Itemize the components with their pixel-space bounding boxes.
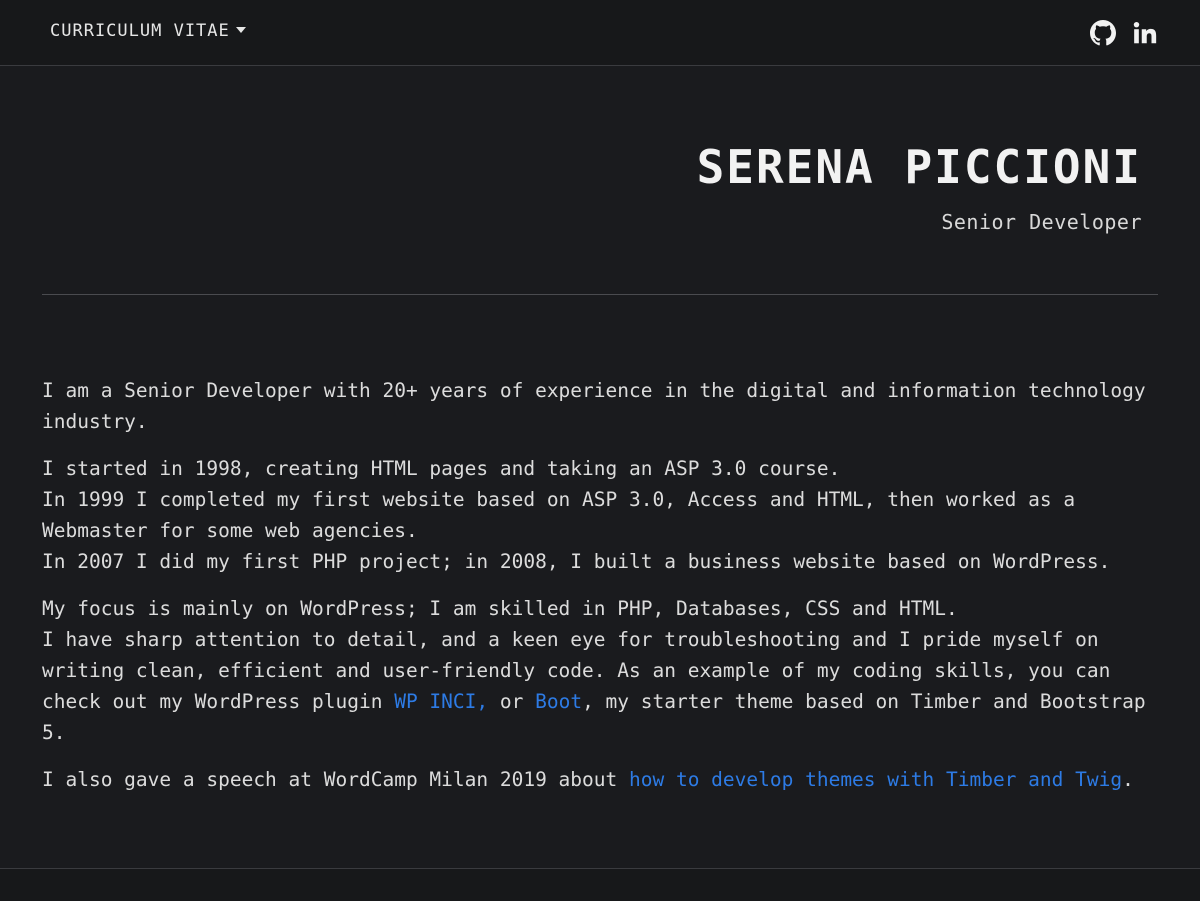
linkedin-icon[interactable]: [1132, 20, 1158, 46]
bio-paragraph: I am a Senior Developer with 20+ years o…: [42, 375, 1162, 437]
footer-bar: [0, 868, 1200, 901]
bio-paragraph: I also gave a speech at WordCamp Milan 2…: [42, 764, 1162, 795]
github-icon[interactable]: [1090, 20, 1116, 46]
navbar: CURRICULUM VITAE: [0, 0, 1200, 66]
section-divider: [42, 294, 1158, 295]
bio-paragraph: My focus is mainly on WordPress; I am sk…: [42, 593, 1162, 748]
bio-text: I also gave a speech at WordCamp Milan 2…: [42, 768, 629, 791]
nav-menu-label: CURRICULUM VITAE: [50, 21, 230, 41]
bio-text: I started in 1998, creating HTML pages a…: [42, 457, 841, 480]
timber-twig-talk-link[interactable]: how to develop themes with Timber and Tw…: [629, 768, 1122, 791]
boot-link[interactable]: Boot: [535, 690, 582, 713]
job-title: Senior Developer: [941, 210, 1142, 234]
bio-text: In 2007 I did my first PHP project; in 2…: [42, 550, 1111, 573]
bio-paragraph: I started in 1998, creating HTML pages a…: [42, 453, 1162, 577]
curriculum-vitae-dropdown[interactable]: CURRICULUM VITAE: [50, 21, 246, 41]
bio-section: I am a Senior Developer with 20+ years o…: [42, 375, 1162, 811]
wp-inci-link[interactable]: WP INCI,: [394, 690, 488, 713]
caret-down-icon: [235, 27, 246, 33]
bio-text: In 1999 I completed my first website bas…: [42, 488, 1076, 542]
social-links: [1090, 20, 1158, 46]
person-name: SERENA PICCIONI: [696, 140, 1142, 194]
profile-header: SERENA PICCIONI Senior Developer: [697, 138, 1142, 234]
bio-text: I am a Senior Developer with 20+ years o…: [42, 379, 1146, 433]
bio-text: My focus is mainly on WordPress; I am sk…: [42, 597, 958, 620]
bio-text: or: [488, 690, 536, 713]
bio-text: .: [1122, 768, 1134, 791]
